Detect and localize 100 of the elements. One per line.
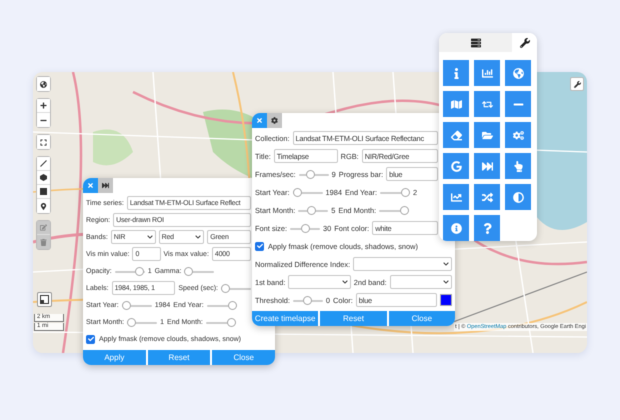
slider[interactable] — [379, 206, 410, 214]
panel-tab[interactable] — [512, 33, 537, 52]
slider[interactable] — [127, 318, 158, 326]
slider-thumb[interactable] — [400, 206, 410, 214]
slider[interactable] — [122, 300, 152, 310]
color-swatch[interactable] — [440, 294, 452, 306]
slider-thumb[interactable] — [221, 284, 230, 292]
panel-tab[interactable] — [267, 113, 282, 128]
globe-icon — [512, 68, 524, 78]
tool-button[interactable] — [443, 153, 469, 179]
checkbox[interactable] — [86, 334, 95, 344]
slider-thumb[interactable] — [292, 188, 302, 196]
question-icon — [482, 222, 492, 234]
tool-button[interactable] — [474, 122, 500, 148]
hexagon-icon — [40, 174, 47, 181]
eraser-icon — [450, 130, 462, 140]
dropdown[interactable] — [390, 275, 452, 289]
tool-button[interactable] — [474, 91, 500, 117]
tool-button[interactable] — [505, 153, 531, 179]
marker-icon — [40, 202, 47, 210]
slider[interactable] — [298, 170, 329, 178]
dropdown[interactable] — [288, 275, 351, 289]
slider[interactable] — [206, 300, 237, 310]
gear-icon — [271, 117, 278, 124]
tool-button[interactable] — [443, 215, 469, 241]
draw-tool-button[interactable] — [37, 171, 50, 185]
checkbox[interactable] — [255, 242, 264, 250]
square-icon — [40, 188, 47, 195]
slider-thumb[interactable] — [306, 170, 315, 178]
fast-forward-icon — [482, 160, 492, 172]
slider[interactable] — [184, 266, 214, 276]
slider-thumb[interactable] — [184, 266, 194, 276]
slider-thumb[interactable] — [134, 266, 144, 276]
tool-button[interactable] — [505, 184, 531, 210]
slider[interactable] — [292, 188, 323, 196]
globe-button[interactable] — [37, 77, 50, 91]
chevron-icon — [195, 234, 202, 240]
slider-thumb[interactable] — [127, 318, 136, 326]
tool-button[interactable] — [443, 122, 469, 148]
panel-tab[interactable] — [98, 178, 113, 193]
tool-button[interactable] — [474, 153, 500, 179]
tool-button[interactable] — [443, 91, 469, 117]
gears-icon — [512, 130, 524, 140]
globe-icon — [40, 80, 47, 88]
slider[interactable] — [221, 284, 251, 292]
slider-thumb[interactable] — [303, 296, 312, 304]
chevron-icon — [443, 279, 449, 285]
slider[interactable] — [292, 296, 323, 304]
expand-icon — [40, 138, 47, 146]
stack-icon — [470, 38, 480, 48]
slider[interactable] — [290, 224, 320, 232]
slider-thumb[interactable] — [228, 300, 237, 310]
contrast-icon — [512, 192, 524, 202]
slider-thumb[interactable] — [122, 300, 131, 310]
wrench-icon — [574, 80, 580, 88]
chevron-icon — [443, 261, 449, 267]
dropdown[interactable] — [353, 257, 452, 271]
shuffle-icon — [482, 192, 492, 202]
tool-button[interactable] — [474, 60, 500, 86]
panel-tab[interactable] — [439, 33, 512, 52]
map-icon — [450, 98, 462, 110]
line-chart-icon — [450, 192, 462, 202]
tool-button[interactable] — [505, 91, 531, 117]
chevron-icon — [342, 279, 348, 285]
draw-tool-button[interactable] — [37, 185, 50, 199]
close-icon — [256, 117, 263, 124]
fast-forward-icon — [102, 182, 109, 189]
layers-button[interactable] — [37, 292, 52, 307]
tool-button[interactable] — [443, 184, 469, 210]
slider-thumb[interactable] — [226, 318, 236, 326]
draw-tool-button[interactable] — [37, 157, 50, 171]
bar-chart-icon — [482, 68, 492, 78]
chevron-icon — [146, 234, 153, 240]
slider-thumb[interactable] — [401, 188, 410, 196]
slider-thumb[interactable] — [306, 206, 316, 214]
fullscreen-button[interactable] — [37, 135, 50, 149]
edit-icon — [40, 224, 47, 231]
check-icon — [88, 336, 94, 342]
layers-icon — [40, 295, 49, 304]
check-icon — [256, 243, 262, 249]
close-icon — [87, 182, 94, 189]
slider[interactable] — [380, 188, 410, 196]
slider-thumb[interactable] — [300, 224, 310, 232]
zoom-in-button[interactable] — [37, 99, 50, 113]
line-icon — [40, 160, 47, 167]
tool-button[interactable] — [474, 184, 500, 210]
wrench-icon — [520, 38, 530, 48]
tool-button[interactable] — [474, 215, 500, 241]
slider[interactable] — [114, 266, 145, 276]
trash-icon — [40, 238, 47, 246]
settings-button[interactable] — [570, 77, 584, 91]
slider[interactable] — [298, 206, 328, 214]
repeat-icon — [482, 98, 492, 110]
folder-icon — [482, 130, 492, 140]
pointing-hand-icon — [512, 160, 524, 172]
tool-button[interactable] — [505, 122, 531, 148]
slider[interactable] — [206, 318, 236, 326]
tool-button[interactable] — [505, 60, 531, 86]
tool-button[interactable] — [443, 60, 469, 86]
plus-icon — [40, 102, 47, 109]
